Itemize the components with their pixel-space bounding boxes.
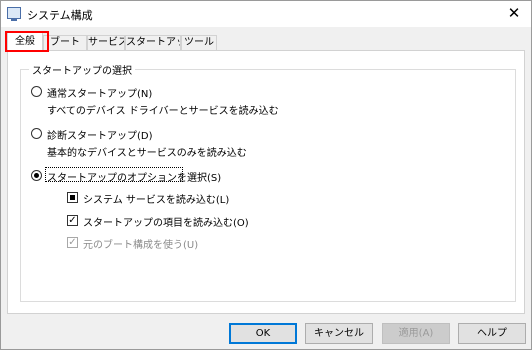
tab-strip: 全般 ブート サービス スタートアップ ツール (7, 32, 525, 51)
apply-button: 適用(A) (382, 323, 450, 344)
tab-general[interactable]: 全般 (7, 32, 43, 51)
tab-startup[interactable]: スタートアップ (125, 35, 181, 50)
selective-startup-radio[interactable] (31, 170, 42, 181)
load-startup-items-checkbox[interactable]: ✓ (67, 215, 78, 226)
diagnostic-startup-radio[interactable] (31, 128, 42, 139)
ok-button[interactable]: OK (229, 323, 297, 344)
load-startup-items-label[interactable]: スタートアップの項目を読み込む(O) (83, 214, 249, 229)
diagnostic-startup-desc: 基本的なデバイスとサービスのみを読み込む (47, 148, 247, 159)
group-legend: スタートアップの選択 (29, 62, 135, 77)
system-config-window: システム構成 ✕ 全般 ブート サービス スタートアップ ツール スタートアップ… (0, 0, 532, 350)
system-config-icon (7, 7, 21, 21)
normal-startup-label[interactable]: 通常スタートアップ(N) (47, 85, 152, 100)
selective-startup-label[interactable]: スタートアップのオプションを選択(S) (47, 169, 221, 184)
use-original-boot-config-label: 元のブート構成を使う(U) (83, 240, 199, 251)
title-bar: システム構成 ✕ (1, 1, 531, 27)
load-system-services-label[interactable]: システム サービスを読み込む(L) (83, 191, 229, 206)
help-button[interactable]: ヘルプ (458, 323, 526, 344)
cancel-button[interactable]: キャンセル (305, 323, 373, 344)
normal-startup-radio[interactable] (31, 86, 42, 97)
general-tab-panel: スタートアップの選択 通常スタートアップ(N) すべてのデバイス ドライバーとサ… (7, 50, 525, 314)
tab-boot[interactable]: ブート (43, 35, 87, 50)
close-button[interactable]: ✕ (503, 3, 525, 23)
normal-startup-desc: すべてのデバイス ドライバーとサービスを読み込む (47, 106, 279, 117)
window-title: システム構成 (27, 9, 93, 22)
diagnostic-startup-label[interactable]: 診断スタートアップ(D) (47, 127, 153, 142)
use-original-boot-config-checkbox: ✓ (67, 237, 78, 248)
startup-selection-group: スタートアップの選択 通常スタートアップ(N) すべてのデバイス ドライバーとサ… (20, 62, 516, 302)
tab-tools[interactable]: ツール (181, 35, 217, 50)
load-system-services-checkbox[interactable] (67, 192, 78, 203)
tab-services[interactable]: サービス (87, 35, 125, 50)
